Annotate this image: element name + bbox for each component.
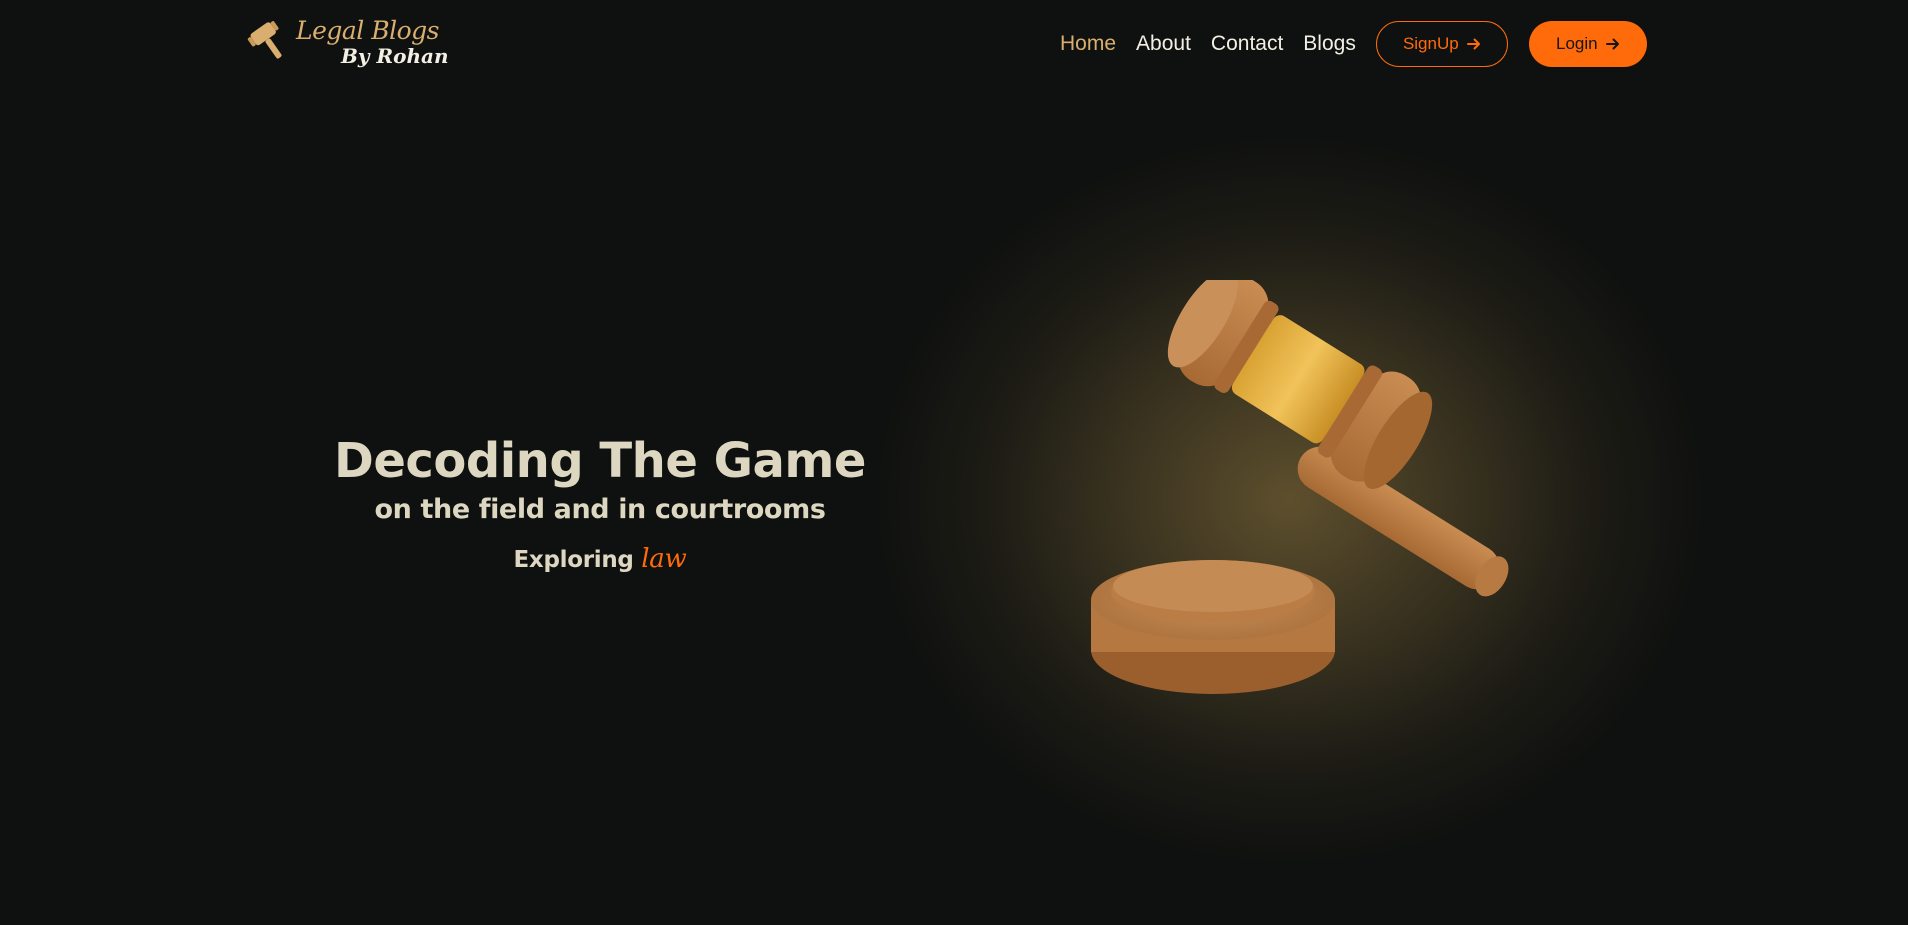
hero-tagline: Exploring law [300, 544, 900, 574]
hero-text: Decoding The Game on the field and in co… [300, 430, 900, 574]
tagline-prefix: Exploring [513, 547, 634, 573]
arrow-right-icon [1466, 38, 1480, 50]
hero-title: Decoding The Game [334, 433, 866, 489]
gavel-illustration [1091, 280, 1509, 694]
logo-title: Legal Blogs [296, 16, 440, 45]
nav-about[interactable]: About [1136, 32, 1191, 56]
signup-label: SignUp [1402, 34, 1459, 53]
nav-home[interactable]: Home [1060, 32, 1116, 56]
main-nav: Home About Contact Blogs SignUp Login [1060, 20, 1647, 68]
nav-contact[interactable]: Contact [1211, 32, 1283, 56]
login-label: Login [1556, 34, 1598, 53]
logo[interactable]: Legal Blogs By Rohan [246, 14, 449, 74]
signup-button[interactable]: SignUp [1375, 21, 1508, 67]
tagline-accent: law [641, 544, 687, 574]
arrow-right-icon [1605, 38, 1619, 50]
logo-subtitle: By Rohan [341, 44, 449, 68]
nav-blogs[interactable]: Blogs [1303, 32, 1356, 56]
login-button[interactable]: Login [1528, 21, 1647, 67]
gavel-icon [247, 21, 282, 59]
hero-subtitle: on the field and in courtrooms [374, 494, 826, 525]
